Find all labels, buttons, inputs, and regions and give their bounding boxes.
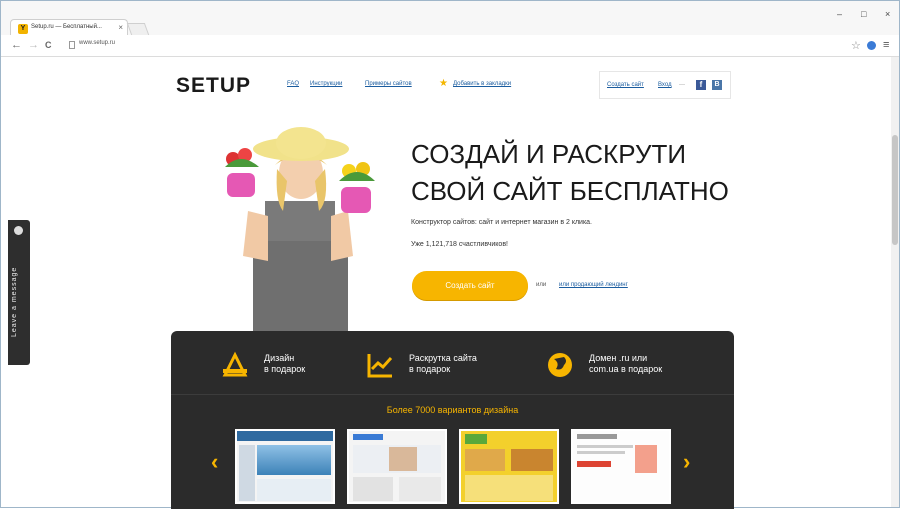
designs-title: Более 7000 вариантов дизайна <box>386 405 519 415</box>
feature-design-line1: Дизайн <box>264 353 295 363</box>
page-scrollbar[interactable] <box>891 57 899 507</box>
nav-examples[interactable]: Примеры сайтов <box>365 81 412 87</box>
gardener-woman-illustration <box>225 127 375 331</box>
minimize-button[interactable]: – <box>837 9 842 19</box>
landing-link[interactable]: или продающий лендинг <box>559 282 628 288</box>
login-link[interactable]: Вход <box>658 82 672 88</box>
design-icon <box>222 351 248 377</box>
reload-button[interactable]: C <box>45 40 52 50</box>
tab-bar: Y Setup.ru — Бесплатный... × – □ × <box>1 1 899 37</box>
tab-close-icon[interactable]: × <box>118 23 123 32</box>
chat-bubble-icon <box>14 226 23 235</box>
feature-domain-line1: Домен .ru или <box>589 353 648 363</box>
hero-title-line1: СОЗДАЙ И РАСКРУТИ <box>411 139 687 169</box>
design-thumbnail[interactable] <box>235 429 335 504</box>
features-panel: Дизайн в подарок Раскрутка сайта в подар… <box>171 331 734 509</box>
user-counter: Уже 1,121,718 счастливчиков! <box>411 241 508 248</box>
url-text: www.setup.ru <box>79 40 116 46</box>
feature-promotion-line2: в подарок <box>409 364 451 374</box>
browser-toolbar: ← → C www.setup.ru ☆ ≡ <box>1 35 899 57</box>
feature-promotion-line1: Раскрутка сайта <box>409 353 477 363</box>
nav-bookmark[interactable]: Добавить в закладки <box>453 81 511 87</box>
panel-divider <box>171 394 734 395</box>
address-bar[interactable]: www.setup.ru <box>69 40 849 52</box>
page-icon <box>69 41 75 49</box>
close-window-button[interactable]: × <box>885 9 890 19</box>
nav-faq[interactable]: FAQ <box>287 81 299 87</box>
setup-favicon-icon: Y <box>18 24 28 34</box>
bookmark-star-icon[interactable]: ☆ <box>851 39 861 52</box>
leave-message-label: Leave a message <box>11 266 18 337</box>
separator: — <box>679 82 685 88</box>
feature-design-line2: в подарок <box>264 364 306 374</box>
design-thumbnail[interactable] <box>347 429 447 504</box>
chart-icon <box>367 354 393 378</box>
new-tab-button[interactable] <box>126 23 150 35</box>
account-box: Создать сайт Вход — f B <box>599 71 731 99</box>
facebook-icon[interactable]: f <box>696 80 706 90</box>
forward-button[interactable]: → <box>28 39 39 51</box>
leave-message-widget[interactable]: Leave a message <box>8 220 30 365</box>
hero-title: СОЗДАЙ И РАСКРУТИ СВОЙ САЙТ БЕСПЛАТНО <box>411 136 729 210</box>
nav-instructions[interactable]: Инструкции <box>310 81 342 87</box>
design-thumbnail[interactable] <box>571 429 671 504</box>
carousel-next-button[interactable]: › <box>683 449 690 475</box>
vk-icon[interactable]: B <box>712 80 722 90</box>
maximize-button[interactable]: □ <box>861 9 866 19</box>
carousel-prev-button[interactable]: ‹ <box>211 449 218 475</box>
menu-icon[interactable]: ≡ <box>883 39 889 51</box>
design-thumbnail[interactable] <box>459 429 559 504</box>
feature-domain-line2: com.ua в подарок <box>589 364 663 374</box>
site-logo[interactable]: SETUP <box>176 74 251 98</box>
browser-window: Y Setup.ru — Бесплатный... × – □ × ← → C… <box>0 0 900 509</box>
create-site-link[interactable]: Создать сайт <box>607 82 644 88</box>
hero-title-line2: СВОЙ САЙТ БЕСПЛАТНО <box>411 176 729 206</box>
globe-icon <box>548 353 572 377</box>
create-site-button[interactable]: Создать сайт <box>412 271 528 300</box>
extension-icon[interactable] <box>867 41 876 50</box>
or-label: или <box>536 282 547 288</box>
star-icon: ★ <box>439 78 448 89</box>
back-button[interactable]: ← <box>11 39 22 51</box>
scrollbar-thumb[interactable] <box>892 135 898 245</box>
tab-title: Setup.ru — Бесплатный... <box>31 24 102 30</box>
hero-subtitle: Конструктор сайтов: сайт и интернет мага… <box>411 219 593 226</box>
